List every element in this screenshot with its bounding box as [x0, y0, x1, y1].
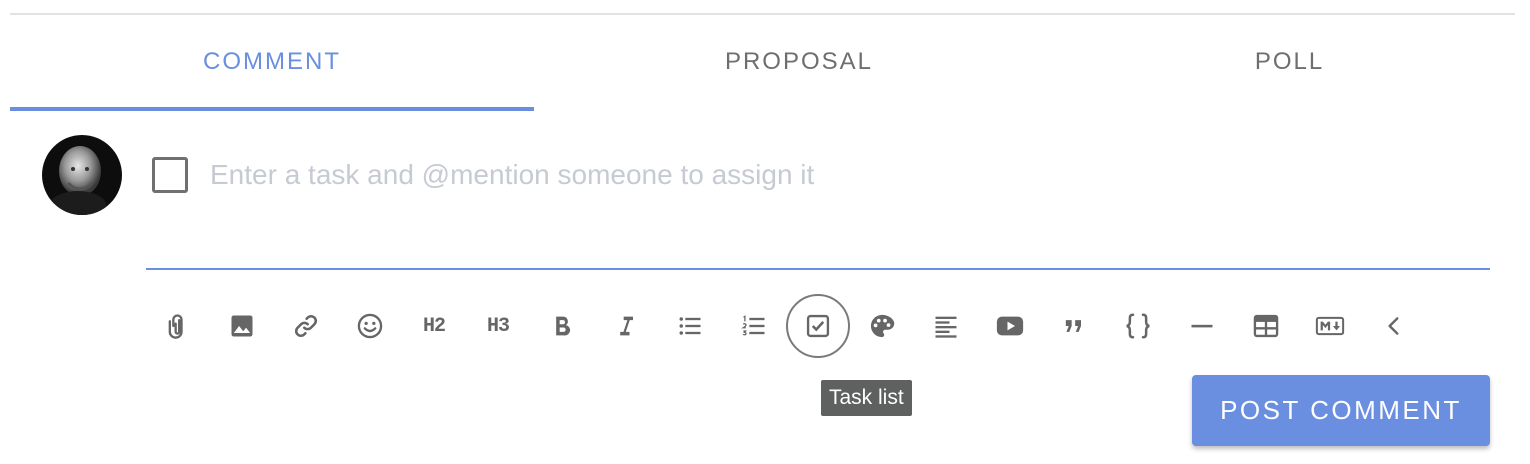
image-icon[interactable]: [210, 294, 274, 358]
code-block-icon[interactable]: [1106, 294, 1170, 358]
task-list-icon[interactable]: [786, 294, 850, 358]
task-list-tooltip: Task list: [821, 380, 912, 416]
link-icon[interactable]: [274, 294, 338, 358]
attachment-icon[interactable]: [146, 294, 210, 358]
italic-icon[interactable]: [594, 294, 658, 358]
quote-icon[interactable]: [1042, 294, 1106, 358]
tab-poll[interactable]: POLL: [1064, 15, 1515, 111]
tab-comment[interactable]: COMMENT: [10, 15, 534, 111]
task-input[interactable]: [210, 150, 1480, 200]
composer-tabs: COMMENT PROPOSAL POLL: [10, 15, 1515, 111]
heading3-icon[interactable]: H3: [466, 294, 530, 358]
heading3-label: H3: [486, 314, 510, 338]
active-tab-indicator: [10, 107, 534, 111]
tab-proposal[interactable]: PROPOSAL: [534, 15, 1064, 111]
video-icon[interactable]: [978, 294, 1042, 358]
formatting-toolbar: H2 H3: [146, 294, 1426, 358]
task-checkbox[interactable]: [152, 157, 188, 193]
heading2-icon[interactable]: H2: [402, 294, 466, 358]
bold-icon[interactable]: [530, 294, 594, 358]
avatar[interactable]: [42, 135, 122, 215]
heading2-label: H2: [422, 314, 446, 338]
input-underline: [146, 268, 1490, 270]
palette-icon[interactable]: [850, 294, 914, 358]
comment-composer: COMMENT PROPOSAL POLL Enter a task and @…: [0, 0, 1530, 464]
bullet-list-icon[interactable]: [658, 294, 722, 358]
horizontal-rule-icon[interactable]: [1170, 294, 1234, 358]
align-icon[interactable]: [914, 294, 978, 358]
markdown-icon[interactable]: [1298, 294, 1362, 358]
numbered-list-icon[interactable]: [722, 294, 786, 358]
emoji-icon[interactable]: [338, 294, 402, 358]
table-icon[interactable]: [1234, 294, 1298, 358]
post-comment-button[interactable]: POST COMMENT: [1192, 375, 1490, 446]
collapse-chevron-icon[interactable]: [1362, 294, 1426, 358]
